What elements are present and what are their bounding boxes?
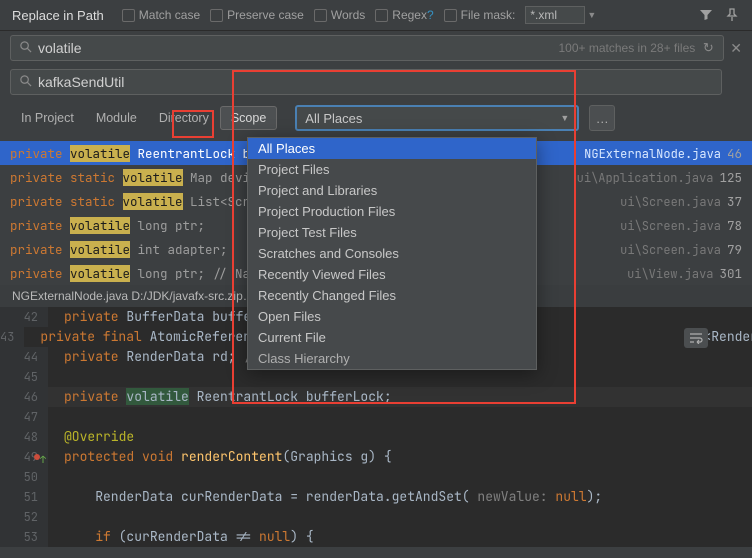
match-stats: 100+ matches in 28+ files — [559, 41, 696, 55]
preserve-case-checkbox[interactable]: Preserve case — [210, 8, 304, 22]
code-line[interactable]: 53 if (curRenderData != null) { — [0, 527, 752, 547]
code-line[interactable]: 51 RenderData curRenderData = renderData… — [0, 487, 752, 507]
checkbox-box[interactable] — [314, 9, 327, 22]
titlebar: Replace in Path Match case Preserve case… — [0, 0, 752, 31]
history-icon[interactable]: ↻ — [701, 40, 715, 56]
replace-input-wrapper[interactable] — [10, 69, 722, 95]
scope-option[interactable]: Scratches and Consoles — [248, 243, 536, 264]
filemask-checkbox[interactable]: File mask: — [444, 8, 516, 22]
chevron-down-icon: ▼ — [560, 113, 569, 123]
checkbox-box[interactable] — [444, 9, 457, 22]
filter-icon[interactable] — [698, 7, 714, 23]
scope-option[interactable]: Project Production Files — [248, 201, 536, 222]
scope-combobox[interactable]: All Places ▼ — [295, 105, 579, 131]
pin-icon[interactable] — [724, 7, 740, 23]
chevron-down-icon[interactable]: ▼ — [587, 10, 596, 20]
search-icon — [19, 74, 32, 90]
regex-label: Regex — [392, 8, 427, 22]
replace-row — [0, 65, 752, 99]
code-line[interactable]: 49↑protected void renderContent(Graphics… — [0, 447, 752, 467]
match-case-label: Match case — [139, 8, 200, 22]
scope-tab-module[interactable]: Module — [85, 106, 148, 130]
close-icon[interactable]: ✕ — [730, 40, 742, 57]
scope-tab-scope[interactable]: Scope — [220, 106, 277, 130]
search-icon — [19, 40, 32, 56]
scope-dropdown[interactable]: All PlacesProject FilesProject and Libra… — [247, 137, 537, 370]
soft-wrap-icon[interactable] — [684, 328, 708, 348]
scope-option[interactable]: Current File — [248, 327, 536, 348]
words-checkbox[interactable]: Words — [314, 8, 365, 22]
code-line[interactable]: 48@Override — [0, 427, 752, 447]
scope-option[interactable]: Recently Viewed Files — [248, 264, 536, 285]
scope-more-button[interactable]: … — [589, 105, 615, 131]
scope-option[interactable]: Open Files — [248, 306, 536, 327]
match-case-checkbox[interactable]: Match case — [122, 8, 200, 22]
find-input[interactable] — [38, 40, 553, 56]
code-line[interactable]: 46private volatile ReentrantLock bufferL… — [0, 387, 752, 407]
scope-option[interactable]: Recently Changed Files — [248, 285, 536, 306]
filemask-input[interactable] — [525, 6, 585, 24]
scope-option[interactable]: Project Files — [248, 159, 536, 180]
scope-selected-label: All Places — [305, 111, 362, 126]
code-line[interactable]: 45 — [0, 367, 752, 387]
checkbox-box[interactable] — [210, 9, 223, 22]
scope-tab-in-project[interactable]: In Project — [10, 106, 85, 130]
scope-tab-directory[interactable]: Directory — [148, 106, 220, 130]
code-line[interactable]: 50 — [0, 467, 752, 487]
code-line[interactable]: 52 — [0, 507, 752, 527]
scope-option[interactable]: All Places — [248, 138, 536, 159]
scope-option[interactable]: Class Hierarchy — [248, 348, 536, 369]
words-label: Words — [331, 8, 365, 22]
code-line[interactable]: 47 — [0, 407, 752, 427]
scope-tabs-row: In ProjectModuleDirectoryScope All Place… — [0, 99, 752, 141]
preserve-case-label: Preserve case — [227, 8, 304, 22]
filemask-label: File mask: — [461, 8, 516, 22]
find-input-wrapper[interactable]: 100+ matches in 28+ files ↻ — [10, 35, 724, 61]
replace-input[interactable] — [38, 74, 713, 90]
checkbox-box[interactable] — [122, 9, 135, 22]
regex-checkbox[interactable]: Regex ? — [375, 8, 433, 22]
scope-option[interactable]: Project Test Files — [248, 222, 536, 243]
checkbox-box[interactable] — [375, 9, 388, 22]
regex-help-icon[interactable]: ? — [427, 8, 434, 22]
dialog-title: Replace in Path — [12, 8, 104, 23]
scope-option[interactable]: Project and Libraries — [248, 180, 536, 201]
find-row: 100+ matches in 28+ files ↻ ✕ — [0, 31, 752, 65]
